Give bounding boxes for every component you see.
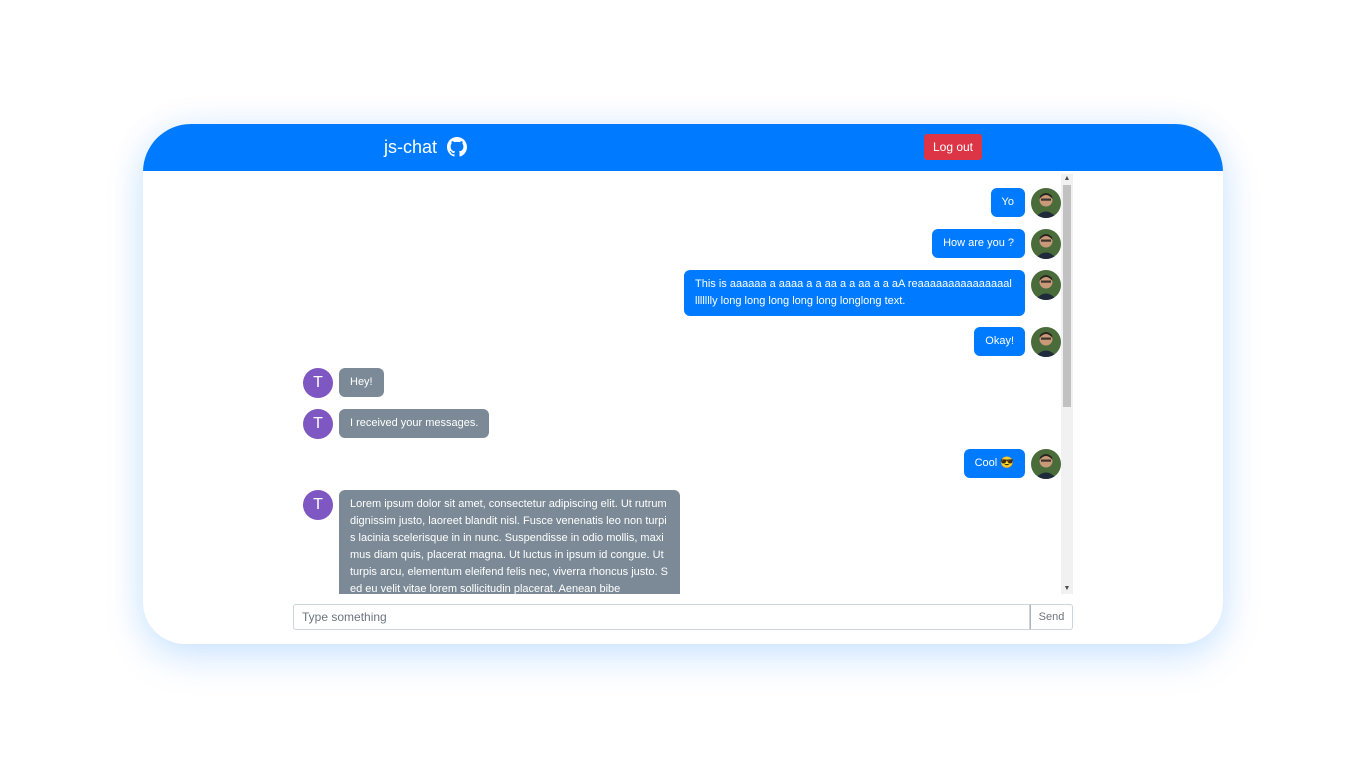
scrollbar-thumb[interactable] [1063, 185, 1071, 407]
user-avatar [1031, 449, 1061, 479]
app-title: js-chat [384, 137, 438, 157]
message-outgoing: Okay! [974, 327, 1061, 357]
chat-scrollbar[interactable]: ▲ ▼ [1061, 174, 1073, 594]
message-incoming: T I received your messages. [303, 409, 490, 439]
user-avatar [1031, 270, 1061, 300]
message-bubble: Lorem ipsum dolor sit amet, consectetur … [339, 490, 680, 594]
message-bubble: How are you ? [932, 229, 1025, 258]
message-bubble: Okay! [974, 327, 1025, 356]
message-incoming: T Lorem ipsum dolor sit amet, consectetu… [303, 490, 680, 594]
message-bubble: Cool 😎 [963, 449, 1025, 478]
user-avatar [1031, 327, 1061, 357]
contact-avatar: T [303, 368, 333, 398]
scroll-down-icon[interactable]: ▼ [1061, 584, 1073, 594]
logout-button[interactable]: Log out [924, 134, 982, 160]
user-avatar [1031, 188, 1061, 218]
user-avatar [1031, 229, 1061, 259]
app-brand[interactable]: js-chat [384, 136, 468, 158]
message-list[interactable]: Yo How are you ? This is aaaaaa a aaaa a… [303, 174, 1073, 594]
message-bubble: Yo [990, 188, 1025, 217]
navbar: js-chat Log out [143, 124, 1223, 171]
message-bubble: I received your messages. [339, 409, 490, 438]
chat-card: js-chat Log out Yo How are you ? This is… [143, 124, 1223, 644]
message-outgoing: This is aaaaaa a aaaa a a aa a a aa a a … [684, 270, 1061, 316]
message-outgoing: How are you ? [932, 229, 1061, 259]
message-composer: Send [293, 604, 1073, 630]
message-input[interactable] [293, 604, 1030, 630]
message-outgoing: Yo [990, 188, 1061, 218]
send-button[interactable]: Send [1030, 604, 1073, 630]
github-icon[interactable] [447, 137, 468, 157]
contact-avatar: T [303, 409, 333, 439]
message-incoming: T Hey! [303, 368, 384, 398]
message-outgoing: Cool 😎 [963, 449, 1061, 479]
contact-avatar: T [303, 490, 333, 520]
scroll-up-icon[interactable]: ▲ [1061, 174, 1073, 184]
message-bubble: This is aaaaaa a aaaa a a aa a a aa a a … [684, 270, 1025, 316]
message-bubble: Hey! [339, 368, 384, 397]
